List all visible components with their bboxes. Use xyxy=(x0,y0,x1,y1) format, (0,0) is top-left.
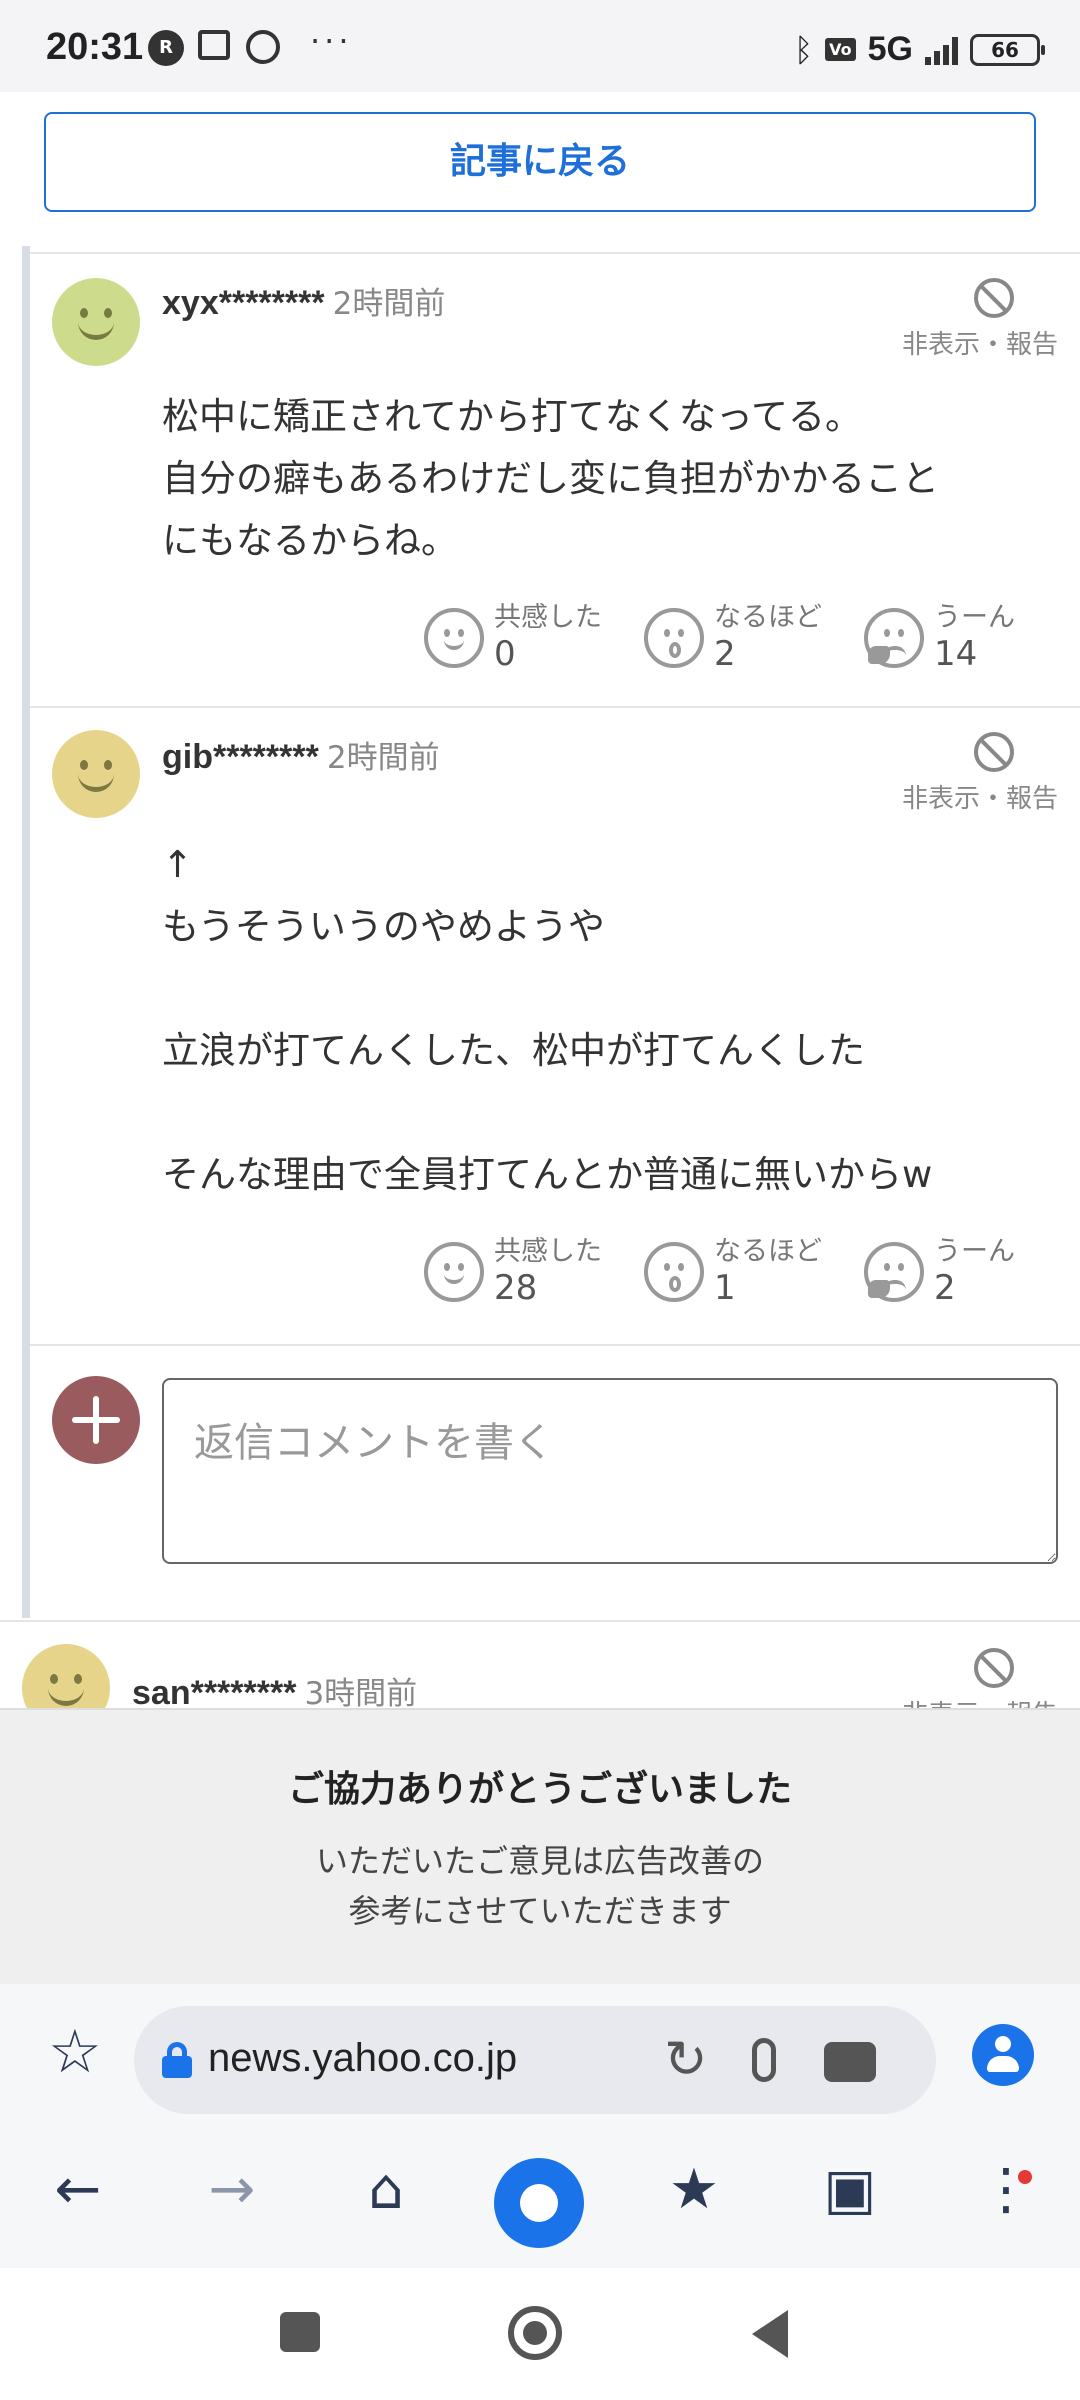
comment-username[interactable]: gib******** xyxy=(162,738,319,776)
reaction-label: うーん xyxy=(934,602,1015,633)
address-bar-area: ☆ news.yahoo.co.jp ↻ xyxy=(0,1984,1080,2124)
thinking-icon xyxy=(864,1242,924,1302)
more-notifications-icon: ··· xyxy=(310,22,353,60)
microphone-icon[interactable] xyxy=(752,2038,776,2082)
surprised-icon xyxy=(644,608,704,668)
insightful-button[interactable]: なるほど 2 xyxy=(644,602,836,674)
block-icon xyxy=(974,1648,1014,1688)
reaction-count: 14 xyxy=(934,634,978,674)
reaction-count: 1 xyxy=(714,1268,736,1308)
block-icon xyxy=(974,732,1014,772)
comment-item: san********3時間前 非表示・報告 xyxy=(0,1622,1080,1708)
forward-arrow-icon[interactable]: → xyxy=(192,2160,272,2220)
add-reply-avatar xyxy=(52,1376,140,1464)
avatar[interactable] xyxy=(22,1644,110,1708)
comment-header: san******** 3時間前 xyxy=(132,1668,417,1708)
status-right: ᛒ Vo 5G 66 xyxy=(793,30,1045,69)
hide-report-label: 非表示・報告 xyxy=(901,330,1058,360)
surprised-icon xyxy=(644,1242,704,1302)
battery-icon: 66 xyxy=(970,33,1045,66)
home-icon[interactable]: ⌂ xyxy=(346,2160,426,2220)
back-to-article-button[interactable]: 記事に戻る xyxy=(44,112,1036,212)
thread-rail xyxy=(22,246,30,1618)
smile-icon xyxy=(424,608,484,668)
news-icon xyxy=(198,30,230,60)
comment-header: gib******** 2時間前 xyxy=(162,732,440,777)
smile-icon xyxy=(424,1242,484,1302)
feedback-thanks-panel: ご協力ありがとうございました いただいたご意見は広告改善の 参考にさせていただき… xyxy=(0,1708,1080,1984)
back-icon[interactable] xyxy=(752,2310,788,2358)
hide-report-label: 非表示・報告 xyxy=(901,784,1058,814)
hide-report-label: 非表示・報告 xyxy=(888,1694,1058,1708)
status-bar: 20:31 R ··· ᛒ Vo 5G 66 xyxy=(0,0,1080,92)
divider xyxy=(30,1344,1080,1346)
reaction-label: 共感した xyxy=(494,602,602,633)
account-icon[interactable] xyxy=(972,2024,1034,2086)
comment-item: gib******** 2時間前 非表示・報告 ↑ もうそういうのやめようや 立浪… xyxy=(30,708,1080,1344)
block-icon xyxy=(974,278,1014,318)
comment-username[interactable]: xyx******** xyxy=(162,284,325,322)
tabs-icon[interactable]: ▣ xyxy=(810,2160,890,2220)
comment-body: ↑ もうそういうのやめようや 立浪が打てんくした、松中が打てんくした そんな理由… xyxy=(162,843,933,1196)
address-bar[interactable]: news.yahoo.co.jp ↻ xyxy=(134,2006,936,2114)
notification-dot xyxy=(1018,2170,1032,2184)
reaction-label: なるほど xyxy=(714,1236,822,1267)
rakuten-link-icon: R xyxy=(148,30,184,66)
menu-icon[interactable]: ⋮ xyxy=(966,2160,1046,2220)
comment-time: 3時間前 xyxy=(304,1676,418,1708)
bookmarks-icon[interactable]: ★ xyxy=(654,2160,734,2220)
reaction-label: なるほど xyxy=(714,602,822,633)
volte-icon: Vo xyxy=(825,38,856,61)
comment-time: 2時間前 xyxy=(326,740,440,776)
camera-icon[interactable] xyxy=(824,2042,876,2082)
network-type: 5G xyxy=(867,30,913,68)
signal-icon xyxy=(925,35,958,65)
status-time: 20:31 xyxy=(46,26,144,68)
back-arrow-icon[interactable]: ← xyxy=(38,2160,118,2220)
hide-report-button[interactable]: 非表示・報告 xyxy=(888,732,1058,815)
comment-time: 2時間前 xyxy=(332,286,446,322)
reaction-count: 28 xyxy=(494,1268,538,1308)
reaction-count: 2 xyxy=(714,634,736,674)
center-home-icon[interactable] xyxy=(494,2158,584,2248)
avatar[interactable] xyxy=(52,730,140,818)
reaction-label: うーん xyxy=(934,1236,1015,1267)
comment-header: xyx******** 2時間前 xyxy=(162,278,445,323)
bluetooth-icon: ᛒ xyxy=(793,30,814,69)
hmm-button[interactable]: うーん 2 xyxy=(864,1236,1056,1308)
reaction-bar: 共感した 28 なるほど 1 うーん 2 xyxy=(424,1236,1056,1308)
comment-body: 松中に矯正されてから打てなくなってる。 自分の癖もあるわけだし変に負担がかかるこ… xyxy=(162,395,939,562)
comment-item: xyx******** 2時間前 非表示・報告 松中に矯正されてから打てなくなって… xyxy=(30,254,1080,706)
hide-report-button[interactable]: 非表示・報告 xyxy=(888,1648,1058,1708)
globe-icon xyxy=(246,30,280,64)
star-icon[interactable]: ☆ xyxy=(48,2022,102,2082)
reaction-count: 2 xyxy=(934,1268,956,1308)
reload-icon[interactable]: ↻ xyxy=(664,2034,708,2086)
hmm-button[interactable]: うーん 14 xyxy=(864,602,1056,674)
thanks-title: ご協力ありがとうございました xyxy=(287,1769,792,1810)
empathize-button[interactable]: 共感した 28 xyxy=(424,1236,616,1308)
reaction-bar: 共感した 0 なるほど 2 うーん 14 xyxy=(424,602,1056,674)
thanks-message: いただいたご意見は広告改善の 参考にさせていただきます xyxy=(315,1842,764,1930)
insightful-button[interactable]: なるほど 1 xyxy=(644,1236,836,1308)
reaction-label: 共感した xyxy=(494,1236,602,1267)
reaction-count: 0 xyxy=(494,634,516,674)
home-icon[interactable] xyxy=(508,2306,562,2360)
lock-icon[interactable] xyxy=(162,2042,192,2078)
url-text[interactable]: news.yahoo.co.jp xyxy=(208,2036,517,2081)
hide-report-button[interactable]: 非表示・報告 xyxy=(888,278,1058,361)
thinking-icon xyxy=(864,608,924,668)
empathize-button[interactable]: 共感した 0 xyxy=(424,602,616,674)
recents-icon[interactable] xyxy=(280,2312,320,2352)
system-nav-bar xyxy=(0,2268,1080,2400)
reply-input[interactable] xyxy=(162,1378,1058,1564)
browser-toolbar: ← → ⌂ ★ ▣ ⋮ xyxy=(0,2124,1080,2268)
comment-username[interactable]: san******** xyxy=(132,1674,296,1708)
avatar[interactable] xyxy=(52,278,140,366)
